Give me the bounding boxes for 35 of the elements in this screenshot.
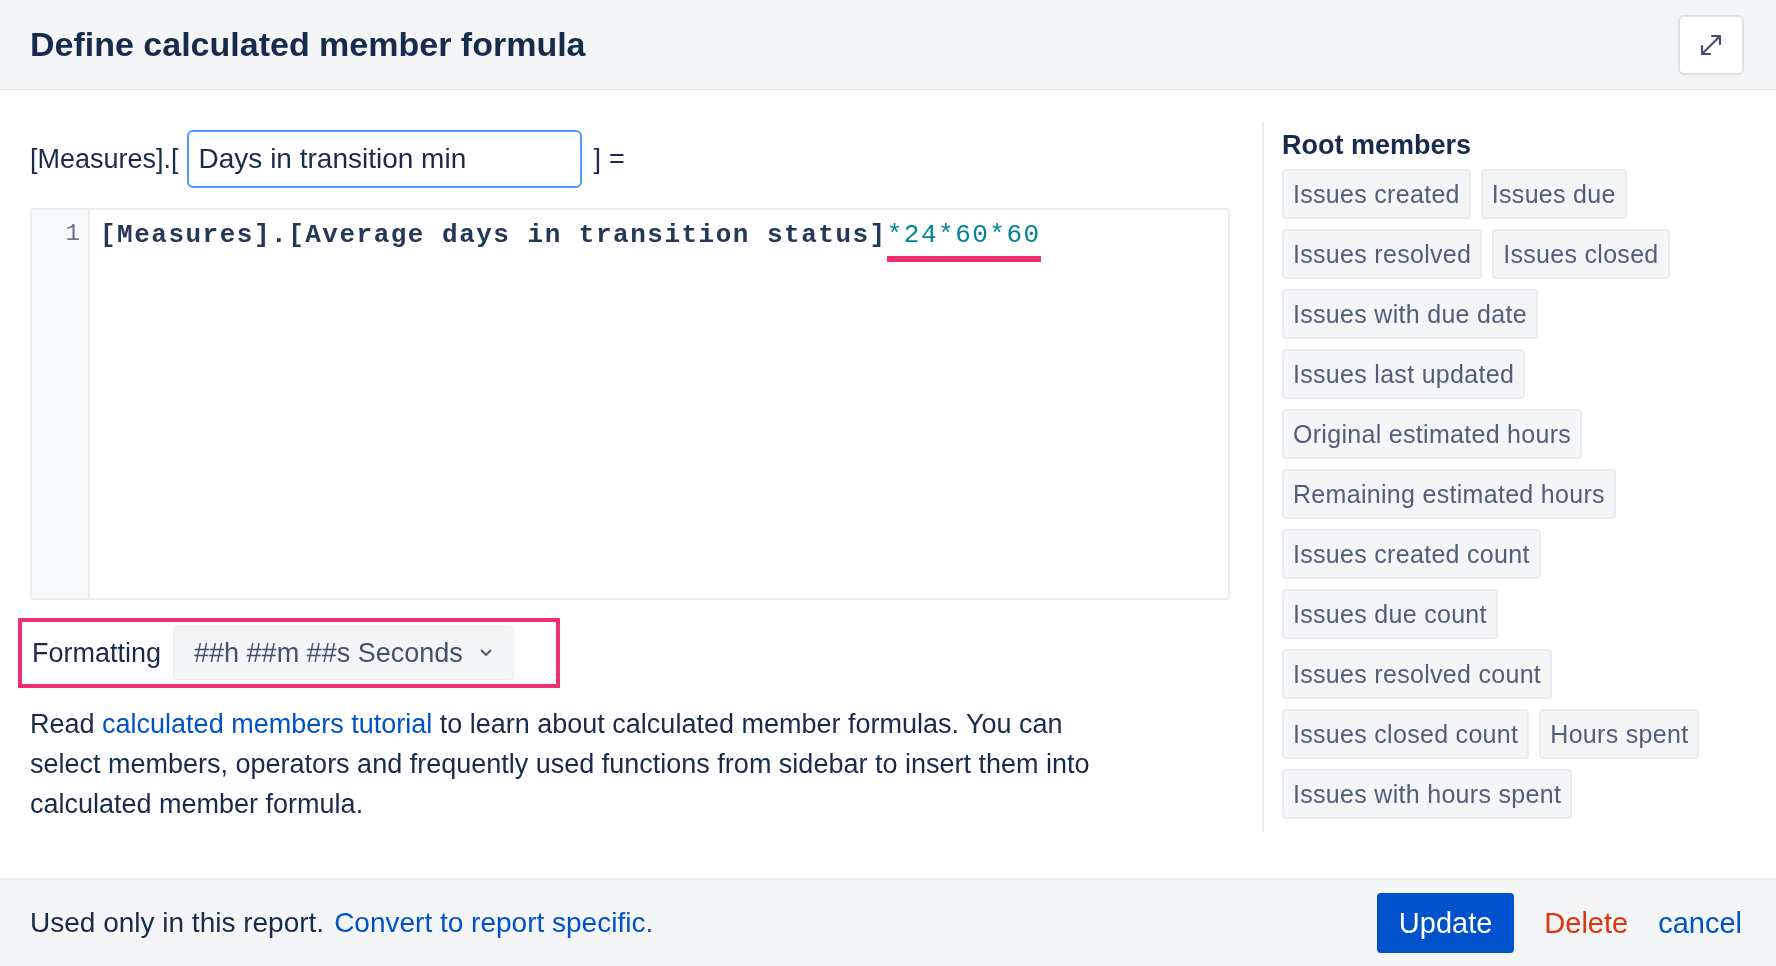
formatting-label: Formatting (32, 637, 162, 669)
formatting-dropdown[interactable]: ##h ##m ##s Seconds (173, 626, 514, 680)
member-chip[interactable]: Issues due (1480, 169, 1627, 219)
formula-editor[interactable]: 1 [Measures].[Average days in transition status]*24*60*60 (30, 208, 1230, 600)
member-chip[interactable]: Original estimated hours (1282, 409, 1583, 459)
code-token: *24*60*60 (886, 220, 1041, 262)
update-button[interactable]: Update (1376, 893, 1515, 953)
code-token: [Measures].[Average days in transition status] (100, 220, 887, 252)
member-chip[interactable]: Issues resolved (1282, 229, 1483, 279)
member-chip[interactable]: Issues created count (1282, 529, 1541, 579)
member-chip[interactable]: Issues closed (1492, 229, 1670, 279)
member-chip[interactable]: Hours spent (1539, 709, 1700, 759)
closing-bracket: ] (593, 143, 602, 175)
member-chip[interactable]: Issues last updated (1282, 349, 1526, 399)
cancel-link[interactable]: cancel (1658, 906, 1742, 940)
line-number: 1 (64, 220, 81, 247)
member-chip[interactable]: Issues resolved count (1282, 649, 1553, 699)
member-chip[interactable]: Issues due count (1282, 589, 1498, 639)
member-name-field[interactable]: Days in transition min (186, 130, 582, 188)
usage-note: Used only in this report. (30, 907, 325, 939)
equals-sign: = (609, 143, 625, 175)
member-chip[interactable]: Issues closed count (1282, 709, 1530, 759)
expand-button[interactable] (1678, 14, 1744, 75)
member-chip[interactable]: Issues created (1282, 169, 1471, 219)
chevron-down-icon (478, 648, 493, 658)
member-chip[interactable]: Remaining estimated hours (1282, 469, 1616, 519)
member-chip[interactable]: Issues with hours spent (1282, 769, 1573, 819)
measures-prefix: [Measures].[ (30, 143, 179, 175)
convert-link[interactable]: Convert to report specific. (334, 907, 654, 939)
tutorial-link[interactable]: calculated members tutorial (102, 709, 433, 739)
dialog-title: Define calculated member formula (30, 25, 586, 64)
sidebar-title: Root members (1282, 130, 1473, 161)
help-text: Read calculated members tutorial to learn about calculated member formulas. You can select members, operators and frequently used functions from sidebar to insert them into calculated member formula. (30, 708, 1091, 821)
member-chip[interactable]: Issues with due date (1282, 289, 1538, 339)
delete-button[interactable]: Delete (1544, 906, 1629, 940)
